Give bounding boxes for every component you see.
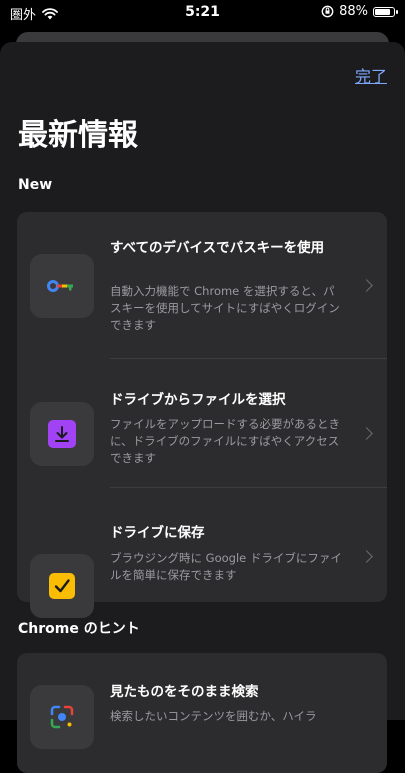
hint-title: 見たものをそのまま検索 bbox=[110, 684, 259, 700]
status-right: 88% bbox=[321, 4, 398, 19]
checkbox-icon bbox=[49, 573, 75, 599]
feature-title: ドライブに保存 bbox=[110, 525, 205, 541]
hint-description: 検索したいコンテンツを囲むか、ハイラ bbox=[110, 709, 317, 723]
battery-fill bbox=[375, 8, 390, 15]
checkbox-icon-tile bbox=[30, 554, 94, 618]
lens-icon-tile bbox=[30, 685, 94, 749]
passkey-icon bbox=[47, 280, 73, 292]
done-button[interactable]: 完了 bbox=[355, 63, 387, 87]
section-new-label: New bbox=[18, 177, 53, 193]
feature-title: ドライブからファイルを選択 bbox=[110, 392, 286, 408]
section-hints-label: Chrome のヒント bbox=[18, 621, 140, 637]
hints-card: 見たものをそのまま検索 検索したいコンテンツを囲むか、ハイラ bbox=[17, 653, 387, 773]
page-title: 最新情報 bbox=[18, 118, 138, 153]
battery-percent: 88% bbox=[339, 4, 368, 19]
chevron-right-icon bbox=[360, 279, 373, 292]
drive-download-icon-tile bbox=[30, 402, 94, 466]
hint-lens-search[interactable]: 見たものをそのまま検索 検索したいコンテンツを囲むか、ハイラ bbox=[17, 653, 387, 773]
passkey-icon-tile bbox=[30, 254, 94, 318]
feature-drive-select[interactable]: ドライブからファイルを選択 ファイルをアップロードする必要があるときに、ドライブ… bbox=[17, 359, 387, 488]
status-bar: 圏外 5:21 88% bbox=[0, 0, 405, 26]
feature-title: すべてのデバイスでパスキーを使用 bbox=[110, 240, 325, 256]
chevron-right-icon bbox=[360, 427, 373, 440]
battery-icon bbox=[373, 6, 398, 17]
whats-new-sheet: 完了 最新情報 New すべてのデバイスでパスキーを使用 自動入力機能で Chr… bbox=[0, 42, 405, 773]
feature-drive-save[interactable]: ドライブに保存 ブラウジング時に Google ドライブにファイルを簡単に保存で… bbox=[17, 488, 387, 618]
lens-icon bbox=[50, 705, 74, 729]
feature-description: 自動入力機能で Chrome を選択すると、パスキーを使用してサイトにすばやくロ… bbox=[110, 284, 340, 332]
feature-passkey[interactable]: すべてのデバイスでパスキーを使用 自動入力機能で Chrome を選択すると、パ… bbox=[17, 212, 387, 359]
feature-description: ファイルをアップロードする必要があるときに、ドライブのファイルにすばやくアクセス… bbox=[110, 417, 340, 465]
new-features-card: すべてのデバイスでパスキーを使用 自動入力機能で Chrome を選択すると、パ… bbox=[17, 212, 387, 618]
chevron-right-icon bbox=[360, 550, 373, 563]
feature-description: ブラウジング時に Google ドライブにファイルを簡単に保存できます bbox=[110, 551, 342, 582]
drive-download-icon bbox=[48, 420, 76, 448]
orientation-lock-icon bbox=[321, 5, 334, 18]
